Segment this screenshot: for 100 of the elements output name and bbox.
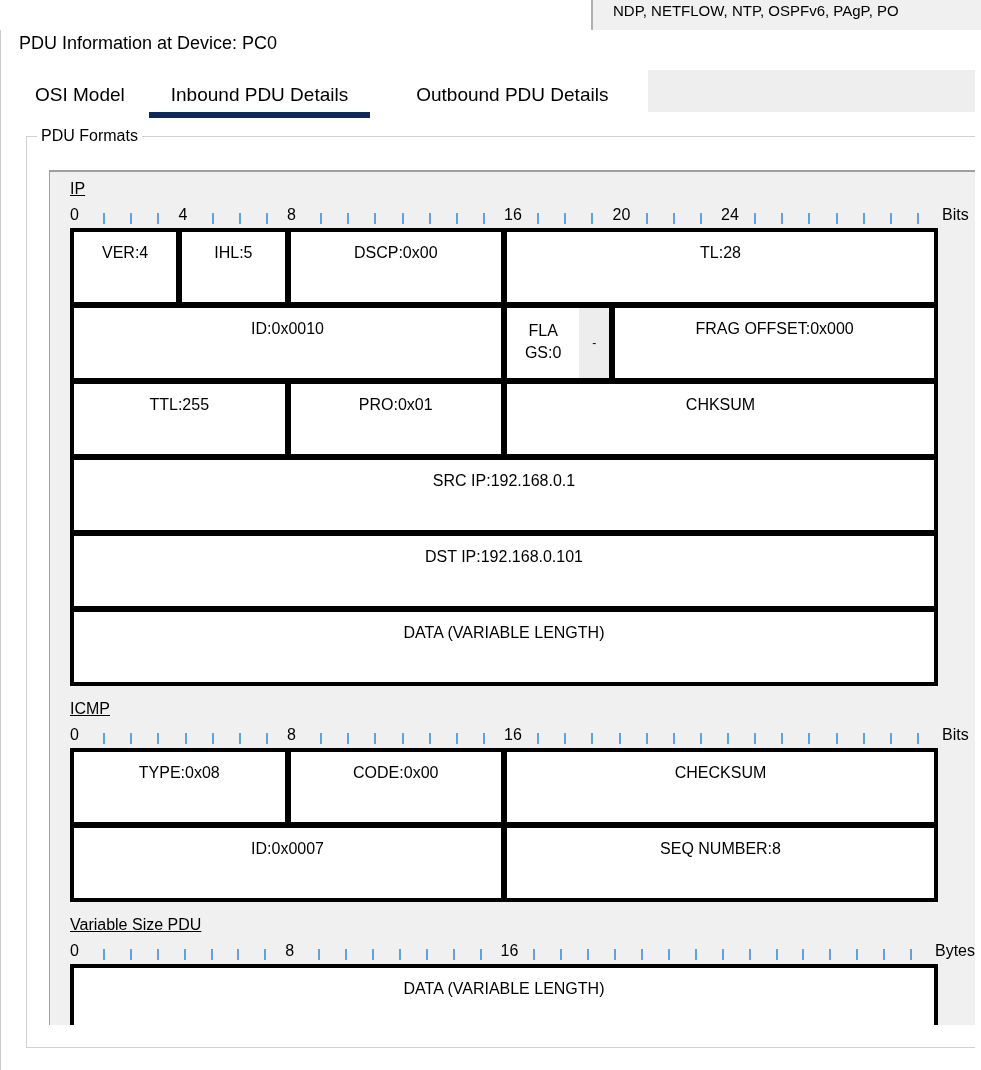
field-cell: TYPE:0x08 [74,752,285,822]
ruler-label: 0 [70,726,79,744]
ruler-tick [428,733,431,744]
field-cell: ID:0x0010 [74,308,501,378]
ruler-tick [211,213,214,224]
ruler-tick [672,733,675,744]
tab[interactable]: Inbound PDU Details [148,70,371,118]
window-title: PDU Information at Device: PC0 [18,32,279,55]
unit-label: Bytes [935,942,975,960]
ruler-tick [781,733,784,744]
ruler-label: 0 [70,206,79,224]
ruler-tick [802,949,805,960]
field-cell: PRO:0x01 [290,384,501,454]
field-cell: VER:4 [74,232,177,302]
section-title: IP [70,180,86,198]
ruler-tick [428,213,431,224]
ruler-tick [727,733,729,744]
ruler-tick [318,949,321,960]
ruler-tick [452,949,455,960]
ruler-tick [347,213,350,224]
field-label: FLAGS:0 [523,321,563,363]
field-cell: FRAG OFFSET:0x000 [615,308,934,378]
ruler-tick [614,949,617,960]
ruler-tick [156,949,159,960]
ruler-tick [345,949,348,960]
ruler-tick [320,733,323,744]
ruler-tick [672,213,675,224]
ruler-tick [645,213,648,224]
unit-label: Bits [942,726,969,744]
ruler-tick [587,949,590,960]
ruler-label: 16 [500,942,519,960]
field-cell: DST IP:192.168.0.101 [74,536,934,606]
ruler-tick [264,949,267,960]
ruler-tick [374,733,377,744]
field-cell: CODE:0x00 [290,752,501,822]
ruler-tick [129,949,132,960]
field-cell: DATA (VARIABLE LENGTH) [74,968,934,1025]
ruler-tick [667,949,670,960]
ruler-tick [374,213,377,224]
ruler-label: 8 [285,942,295,960]
ruler-tick [265,733,268,744]
ruler-label: 20 [612,206,631,224]
field-cell: DATA (VARIABLE LENGTH) [74,612,934,682]
ruler-tick [157,213,160,224]
ruler-tick [401,213,404,224]
ruler-label: 4 [178,206,188,224]
ruler-tick [455,733,458,744]
section-title: ICMP [70,700,110,718]
ruler-tick [265,213,268,224]
ruler-tick [482,733,485,744]
ruler-tick [916,733,919,744]
ruler-tick [916,213,919,224]
ruler-tick [910,949,913,960]
ruler-tick [829,949,832,960]
ruler-tick [455,213,458,224]
ruler-tick [618,733,621,744]
ruler-tick [754,733,757,744]
ruler-label: 16 [504,206,522,224]
ruler-tick [482,213,485,224]
section-title: Variable Size PDU [70,916,202,934]
ruler-tick [641,949,643,960]
ruler-tick [237,949,240,960]
ruler-label: 8 [287,726,296,744]
field-cell: TTL:255 [74,384,285,454]
ruler-tick [371,949,374,960]
ruler-tick [211,733,214,744]
ruler-tick [699,213,702,224]
field-cell: TL:28 [507,232,934,302]
ruler-tick [537,213,540,224]
ruler-tick [103,733,106,744]
field-cell: SRC IP:192.168.0.1 [74,460,934,530]
ruler-tick [889,733,892,744]
ruler-tick [398,949,401,960]
ruler-tick [560,949,563,960]
ruler-tick [401,733,404,744]
ruler-tick [699,733,702,744]
ruler-tick [130,213,133,224]
ruler-label: 24 [721,206,739,224]
ruler-tick [533,949,536,960]
ruler-tick [775,949,778,960]
field-cell: ID:0x0007 [74,828,501,898]
ruler-tick [883,949,886,960]
ruler-tick [537,733,540,744]
ruler-tick [835,733,838,744]
background-window: NDP, NETFLOW, NTP, OSPFv6, PAgP, PO [591,0,981,30]
ruler-tick [856,949,859,960]
ruler-tick [103,213,106,224]
ruler-label: 16 [504,726,522,744]
ruler-tick [425,949,428,960]
ruler-tick [102,949,105,960]
tab[interactable]: Outbound PDU Details [400,70,625,118]
tab[interactable]: OSI Model [19,70,141,118]
ruler-label: 0 [70,942,79,960]
ruler-tick [130,733,133,744]
ruler-tick [347,733,350,744]
ruler-tick [835,213,838,224]
ruler-tick [564,213,567,224]
ruler-tick [781,213,784,224]
ruler-tick [694,949,697,960]
ruler-tick [862,213,865,224]
